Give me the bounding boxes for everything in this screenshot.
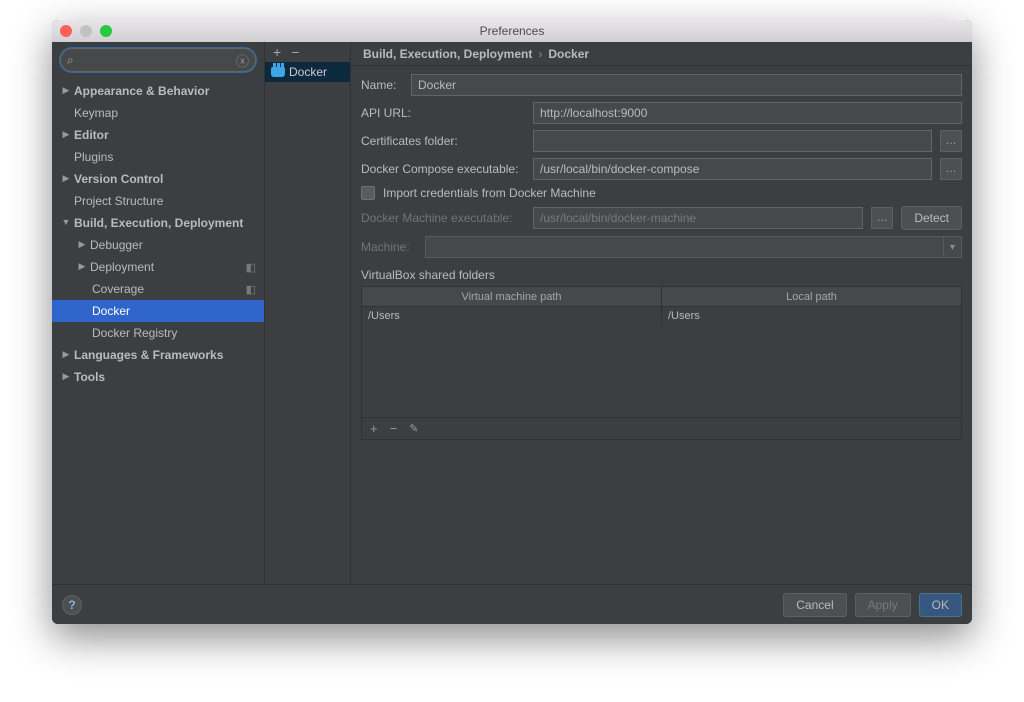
vbox-section-label: VirtualBox shared folders: [361, 268, 962, 282]
window-body: ⌕ ⓧ ▶Appearance & Behavior Keymap ▶Edito…: [52, 42, 972, 624]
sidebar-item-editor[interactable]: ▶Editor: [52, 124, 264, 146]
cell-vm-path: /Users: [362, 307, 662, 325]
apply-button[interactable]: Apply: [855, 593, 911, 617]
chevron-right-icon: ›: [538, 47, 542, 61]
window-zoom-button[interactable]: [100, 25, 112, 37]
sidebar-item-debugger[interactable]: ▶Debugger: [52, 234, 264, 256]
machine-exec-browse-button[interactable]: …: [871, 207, 893, 229]
sidebar-item-deployment[interactable]: ▶Deployment◧: [52, 256, 264, 278]
ok-button[interactable]: OK: [919, 593, 962, 617]
breadcrumb-parent: Build, Execution, Deployment: [363, 47, 532, 61]
server-list-toolbar: + −: [265, 42, 350, 62]
import-credentials-checkbox[interactable]: [361, 186, 375, 200]
compose-label: Docker Compose executable:: [361, 162, 525, 176]
help-button[interactable]: ?: [62, 595, 82, 615]
main-area: ⌕ ⓧ ▶Appearance & Behavior Keymap ▶Edito…: [52, 42, 972, 584]
sidebar-item-keymap[interactable]: Keymap: [52, 102, 264, 124]
remove-server-button[interactable]: −: [291, 44, 299, 60]
name-input[interactable]: [411, 74, 962, 96]
sidebar-item-languages[interactable]: ▶Languages & Frameworks: [52, 344, 264, 366]
window-minimize-button[interactable]: [80, 25, 92, 37]
server-item-label: Docker: [289, 65, 327, 79]
sidebar-item-coverage[interactable]: Coverage◧: [52, 278, 264, 300]
sidebar-item-docker-registry[interactable]: Docker Registry: [52, 322, 264, 344]
project-scope-icon: ◧: [246, 261, 256, 274]
docker-server-item[interactable]: Docker: [265, 62, 350, 82]
search-input[interactable]: [78, 53, 236, 67]
table-toolbar: + − ✎: [362, 417, 961, 439]
window-close-button[interactable]: [60, 25, 72, 37]
shared-folders-table: Virtual machine path Local path /Users /…: [361, 286, 962, 440]
add-server-button[interactable]: +: [273, 44, 281, 60]
api-url-input[interactable]: [533, 102, 962, 124]
cancel-button[interactable]: Cancel: [783, 593, 846, 617]
sidebar-item-tools[interactable]: ▶Tools: [52, 366, 264, 388]
project-scope-icon: ◧: [246, 283, 256, 296]
preferences-window: Preferences ⌕ ⓧ ▶Appearance & Behavior K…: [52, 20, 972, 624]
table-body: /Users /Users: [362, 307, 961, 417]
import-credentials-label: Import credentials from Docker Machine: [383, 186, 596, 200]
sidebar-item-docker[interactable]: Docker: [52, 300, 264, 322]
machine-label: Machine:: [361, 240, 417, 254]
traffic-lights: [60, 25, 112, 37]
sidebar-item-project-structure[interactable]: Project Structure: [52, 190, 264, 212]
api-url-label: API URL:: [361, 106, 525, 120]
table-remove-button[interactable]: −: [390, 421, 398, 436]
machine-exec-label: Docker Machine executable:: [361, 211, 525, 225]
docker-server-list: + − Docker: [265, 42, 351, 584]
certificates-input[interactable]: [533, 130, 932, 152]
search-icon: ⌕: [67, 53, 74, 68]
docker-icon: [271, 67, 285, 77]
detect-button[interactable]: Detect: [901, 206, 962, 230]
sidebar-item-appearance[interactable]: ▶Appearance & Behavior: [52, 80, 264, 102]
dialog-footer: ? Cancel Apply OK: [52, 584, 972, 624]
sidebar: ⌕ ⓧ ▶Appearance & Behavior Keymap ▶Edito…: [52, 42, 265, 584]
breadcrumb: Build, Execution, Deployment › Docker: [351, 42, 972, 66]
breadcrumb-leaf: Docker: [548, 47, 589, 61]
search-field[interactable]: ⌕ ⓧ: [60, 48, 256, 72]
sidebar-item-plugins[interactable]: Plugins: [52, 146, 264, 168]
certificates-label: Certificates folder:: [361, 134, 525, 148]
search-clear-icon[interactable]: ⓧ: [236, 51, 249, 70]
sidebar-item-build-execution[interactable]: ▼Build, Execution, Deployment: [52, 212, 264, 234]
table-head-local: Local path: [662, 287, 961, 306]
certificates-browse-button[interactable]: …: [940, 130, 962, 152]
machine-select[interactable]: ▼: [425, 236, 962, 258]
table-header: Virtual machine path Local path: [362, 287, 961, 307]
chevron-down-icon: ▼: [943, 237, 961, 257]
name-label: Name:: [361, 78, 403, 92]
table-edit-button[interactable]: ✎: [409, 422, 418, 435]
compose-browse-button[interactable]: …: [940, 158, 962, 180]
compose-input[interactable]: [533, 158, 932, 180]
settings-content: Build, Execution, Deployment › Docker Na…: [351, 42, 972, 584]
table-add-button[interactable]: +: [370, 421, 378, 436]
window-title: Preferences: [52, 24, 972, 38]
titlebar: Preferences: [52, 20, 972, 42]
machine-exec-input: [533, 207, 863, 229]
table-row[interactable]: /Users /Users: [362, 307, 961, 325]
docker-settings-form: Name: API URL: Certificates folder: … Do…: [351, 66, 972, 440]
cell-local-path: /Users: [662, 307, 961, 325]
sidebar-item-version-control[interactable]: ▶Version Control: [52, 168, 264, 190]
settings-tree: ▶Appearance & Behavior Keymap ▶Editor Pl…: [52, 78, 264, 584]
table-head-vm: Virtual machine path: [362, 287, 662, 306]
